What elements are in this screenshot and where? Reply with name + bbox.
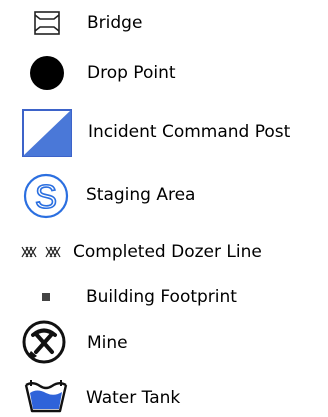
legend-item-building-footprint: Building Footprint (0, 280, 328, 320)
legend-label-building-footprint: Building Footprint (86, 287, 237, 307)
legend-label-bridge: Bridge (87, 13, 143, 33)
staging-area-icon: S (23, 173, 69, 219)
legend-item-completed-dozer-line: Completed Dozer Line (0, 236, 328, 276)
completed-dozer-line-icon (21, 246, 61, 258)
legend-label-drop-point: Drop Point (87, 63, 176, 83)
legend-label-completed-dozer-line: Completed Dozer Line (73, 242, 262, 262)
legend-item-drop-point: Drop Point (0, 52, 328, 92)
map-legend: Bridge Drop Point Incident Command Post … (0, 0, 328, 417)
bridge-icon (34, 11, 60, 35)
water-tank-icon (24, 380, 68, 413)
svg-text:S: S (35, 178, 57, 215)
legend-label-water-tank: Water Tank (86, 388, 181, 408)
legend-item-incident-command-post: Incident Command Post (0, 109, 328, 157)
legend-item-staging-area: S Staging Area (0, 173, 328, 219)
mine-icon (22, 320, 66, 364)
legend-label-staging-area: Staging Area (86, 185, 196, 205)
legend-item-mine: Mine (0, 320, 328, 364)
incident-command-post-icon (22, 109, 72, 157)
drop-point-icon (30, 56, 64, 90)
building-footprint-icon (42, 293, 50, 301)
legend-item-bridge: Bridge (0, 3, 328, 43)
legend-label-incident-command-post: Incident Command Post (88, 122, 291, 142)
legend-item-water-tank: Water Tank (0, 373, 328, 413)
legend-label-mine: Mine (87, 333, 128, 353)
